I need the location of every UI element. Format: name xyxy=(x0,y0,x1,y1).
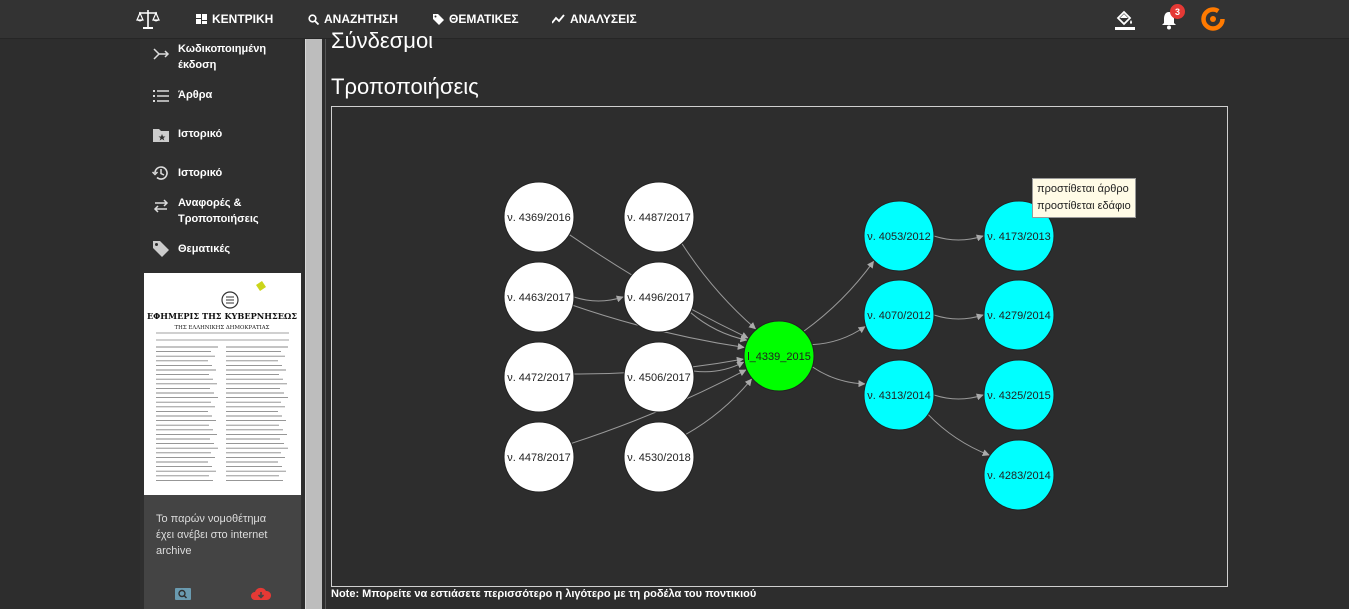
nav-analyses-label: ΑΝΑΛΥΣΕΙΣ xyxy=(570,12,637,26)
sidebar-item-label: Θεματικές xyxy=(178,243,231,255)
graph-node[interactable]: ν. 4053/2012 xyxy=(863,200,935,272)
sidebar-item-history-folder[interactable]: Ιστορικό xyxy=(140,123,302,145)
graph-node[interactable]: ν. 4279/2014 xyxy=(983,279,1055,351)
sidebar-item-label: Άρθρα xyxy=(178,89,213,101)
edge-tooltip: προστίθεται άρθρο προστίθεται εδάφιο xyxy=(1032,178,1136,218)
sidebar-item-label: Ιστορικό xyxy=(178,128,223,140)
cloud-download-icon xyxy=(251,587,272,600)
gazette-page-thumbnail: ΕΦΗΜΕΡΙΣ ΤΗΣ ΚΥΒΕΡΝΗΣΕΩΣ ΤΗΣ ΕΛΛΗΝΙΚΗΣ Δ… xyxy=(147,281,297,481)
zoom-note: Note: Μπορείτε να εστιάσετε περισσότερο … xyxy=(331,588,756,600)
nav-topics-label: ΘΕΜΑΤΙΚΕΣ xyxy=(449,12,519,26)
graph-node[interactable]: ν. 4325/2015 xyxy=(983,359,1055,431)
note-label: Note: xyxy=(331,588,360,600)
sidebar-item-label: Κωδικοποιημένη xyxy=(178,43,267,55)
archive-download-button[interactable] xyxy=(222,579,300,609)
nav-analyses[interactable]: ΑΝΑΛΥΣΕΙΣ xyxy=(552,0,637,38)
gazette-title: ΕΦΗΜΕΡΙΣ ΤΗΣ ΚΥΒΕΡΝΗΣΕΩΣ xyxy=(147,311,297,321)
graph-node-label: ν. 4070/2012 xyxy=(867,310,931,322)
sidebar-item-label: Τροποποιήσεις xyxy=(178,213,259,225)
graph-node-label: ν. 4496/2017 xyxy=(627,292,691,304)
sidebar-scrollbar[interactable] xyxy=(305,39,322,609)
graph-edge[interactable] xyxy=(812,366,866,388)
graph-edge[interactable] xyxy=(803,260,874,332)
graph-node-label: ν. 4053/2012 xyxy=(867,231,931,243)
nav-search-label: ΑΝΑΖΗΤΗΣΗ xyxy=(324,12,398,26)
sidebar-item-label: έκδοση xyxy=(178,59,217,71)
graph-node[interactable]: ν. 4472/2017 xyxy=(503,341,575,413)
graph-node-label: ν. 4530/2018 xyxy=(627,452,691,464)
sidebar: Κωδικοποιημένη έκδοση Άρθρα Ιστορικό Ιστ… xyxy=(140,39,302,609)
graph-edge[interactable] xyxy=(685,378,752,435)
graph-edge[interactable] xyxy=(927,414,990,456)
graph-node-label: ν. 4472/2017 xyxy=(507,372,571,384)
note-text: Μπορείτε να εστιάσετε περισσότερο η λιγό… xyxy=(359,588,757,600)
graph-node[interactable]: ν. 4463/2017 xyxy=(503,261,575,333)
nav-topics[interactable]: ΘΕΜΑΤΙΚΕΣ xyxy=(433,0,519,38)
list-icon xyxy=(153,90,169,102)
tooltip-line: προστίθεται άρθρο xyxy=(1037,183,1129,195)
graph-edge[interactable] xyxy=(933,393,984,401)
sidebar-item-references[interactable]: Αναφορές & Τροποποιήσεις xyxy=(140,195,302,229)
graph-edge[interactable] xyxy=(933,313,984,321)
graph-edge[interactable] xyxy=(573,295,624,303)
paint-bucket-icon[interactable] xyxy=(1114,8,1136,30)
internet-archive-panel: Το παρών νομοθέτημα έχει ανέβει στο inte… xyxy=(144,495,301,609)
graph-node-label: ν. 4173/2013 xyxy=(987,231,1051,243)
graph-node[interactable]: ν. 4506/2017 xyxy=(623,341,695,413)
graph-node[interactable]: ν. 4070/2012 xyxy=(863,279,935,351)
graph-node-label: ν. 4279/2014 xyxy=(987,310,1051,322)
nav-home[interactable]: ΚΕΝΤΡΙΚΗ xyxy=(196,0,273,38)
graph-node-label: ν. 4478/2017 xyxy=(507,452,571,464)
sidebar-item-history[interactable]: Ιστορικό xyxy=(140,162,302,184)
notification-badge: 3 xyxy=(1170,4,1185,19)
graph-node[interactable]: ν. 4283/2014 xyxy=(983,439,1055,511)
graph-node-label: ν. 4313/2014 xyxy=(867,390,931,402)
content-divider xyxy=(325,39,326,609)
scales-logo-icon[interactable] xyxy=(136,8,160,30)
sidebar-item-codified[interactable]: Κωδικοποιημένη έκδοση xyxy=(140,41,302,75)
tag-icon xyxy=(153,241,169,257)
archive-view-button[interactable] xyxy=(144,579,222,609)
graph-node[interactable]: l_4339_2015 xyxy=(743,320,815,392)
graph-node[interactable]: ν. 4478/2017 xyxy=(503,421,575,493)
graph-node-label: ν. 4506/2017 xyxy=(627,372,691,384)
graph-edge[interactable] xyxy=(812,326,866,346)
folder-star-icon xyxy=(153,129,169,142)
sidebar-item-label: Αναφορές & xyxy=(178,197,242,209)
search-document-icon xyxy=(175,588,191,600)
nav-home-label: ΚΕΝΤΡΙΚΗ xyxy=(212,12,274,26)
sidebar-item-articles[interactable]: Άρθρα xyxy=(140,85,302,107)
graph-node-label: ν. 4325/2015 xyxy=(987,390,1051,402)
graph-node[interactable]: ν. 4487/2017 xyxy=(623,181,695,253)
links-heading: Σύνδεσμοι xyxy=(331,28,434,52)
amendments-title: Τροποποιήσεις xyxy=(331,74,479,99)
top-navbar: ΚΕΝΤΡΙΚΗ ΑΝΑΖΗΤΗΣΗ ΘΕΜΑΤΙΚΕΣ ΑΝΑΛΥΣΕΙΣ 3 xyxy=(0,0,1349,39)
user-ring-icon[interactable] xyxy=(1200,6,1226,32)
codified-icon xyxy=(153,48,170,60)
graph-node[interactable]: ν. 4313/2014 xyxy=(863,359,935,431)
graph-edge[interactable] xyxy=(933,234,984,242)
tooltip-line: προστίθεται εδάφιο xyxy=(1037,200,1131,212)
graph-edge[interactable] xyxy=(690,312,748,343)
archive-notice-text: Το παρών νομοθέτημα έχει ανέβει στο inte… xyxy=(156,513,268,557)
graph-node-label: l_4339_2015 xyxy=(747,351,811,363)
graph-node[interactable]: ν. 4496/2017 xyxy=(623,261,695,333)
graph-node-label: ν. 4283/2014 xyxy=(987,470,1051,482)
dashboard-icon xyxy=(196,14,207,24)
sidebar-item-topics[interactable]: Θεματικές xyxy=(140,239,302,261)
references-icon xyxy=(153,199,169,213)
graph-node-label: ν. 4487/2017 xyxy=(627,212,691,224)
graph-node-label: ν. 4463/2017 xyxy=(507,292,571,304)
graph-node[interactable]: ν. 4530/2018 xyxy=(623,421,695,493)
graph-node-label: ν. 4369/2016 xyxy=(507,212,571,224)
history-icon xyxy=(152,166,168,180)
graph-node[interactable]: ν. 4369/2016 xyxy=(503,181,575,253)
sidebar-item-label: Ιστορικό xyxy=(178,167,223,179)
tag-icon xyxy=(433,13,444,25)
graph-edge[interactable] xyxy=(681,243,757,330)
gazette-subtitle: ΤΗΣ ΕΛΛΗΝΙΚΗΣ ΔΗΜΟΚΡΑΤΙΑΣ xyxy=(175,325,270,331)
trending-icon xyxy=(552,14,565,24)
search-icon xyxy=(308,13,319,25)
gazette-document-preview[interactable]: ΕΦΗΜΕΡΙΣ ΤΗΣ ΚΥΒΕΡΝΗΣΕΩΣ ΤΗΣ ΕΛΛΗΝΙΚΗΣ Δ… xyxy=(144,273,301,495)
